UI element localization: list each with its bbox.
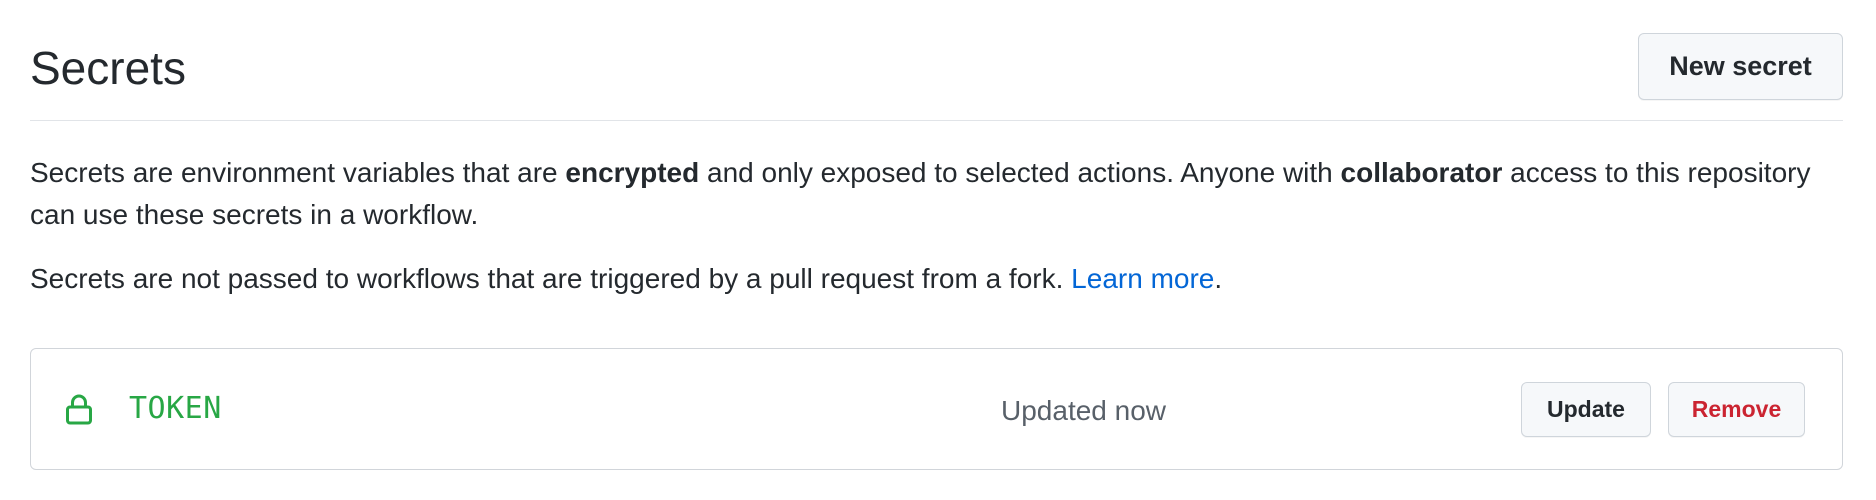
- secrets-description: Secrets are environment variables that a…: [30, 152, 1850, 236]
- learn-more-link[interactable]: Learn more: [1071, 263, 1214, 294]
- lock-icon: [66, 394, 92, 425]
- secret-row: TOKEN Updated now Update Remove: [30, 348, 1843, 470]
- update-secret-button[interactable]: Update: [1521, 382, 1651, 437]
- description-text-1: Secrets are environment variables that a…: [30, 157, 566, 188]
- description-bold-collaborator: collaborator: [1340, 157, 1503, 188]
- fork-note-text: Secrets are not passed to workflows that…: [30, 263, 1072, 294]
- page-header: Secrets New secret: [30, 30, 1843, 121]
- description-text-2: and only exposed to selected actions. An…: [699, 157, 1341, 188]
- secret-updated-time: Updated now: [1001, 395, 1167, 426]
- fork-note: Secrets are not passed to workflows that…: [30, 258, 1850, 300]
- description-bold-encrypted: encrypted: [565, 157, 700, 188]
- secrets-page: Secrets New secret Secrets are environme…: [0, 0, 1876, 500]
- remove-secret-button[interactable]: Remove: [1668, 382, 1805, 437]
- page-title: Secrets: [30, 42, 186, 94]
- secret-name: TOKEN: [129, 391, 222, 426]
- new-secret-button[interactable]: New secret: [1638, 33, 1843, 100]
- fork-note-end: .: [1214, 263, 1223, 294]
